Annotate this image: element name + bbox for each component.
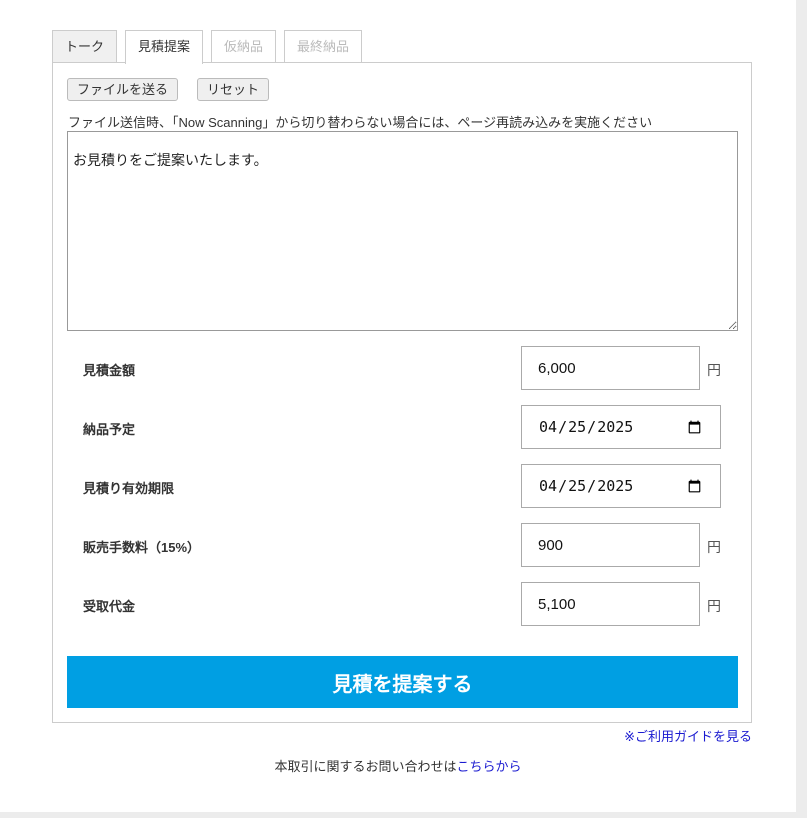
expiry-date-label: 見積り有効期限 [83, 481, 175, 496]
tab-provisional-delivery: 仮納品 [211, 30, 277, 62]
estimate-amount-label: 見積金額 [83, 363, 136, 378]
send-file-button[interactable]: ファイルを送る [67, 78, 179, 101]
estimate-amount-row: 見積金額 円 [83, 346, 723, 390]
delivery-date-input[interactable] [521, 405, 721, 449]
tab-estimate[interactable]: 見積提案 [125, 30, 204, 64]
tab-bar: トーク 見積提案 仮納品 最終納品 [52, 30, 363, 64]
expiry-date-input[interactable] [521, 464, 721, 508]
fee-input[interactable] [521, 523, 700, 567]
page: トーク 見積提案 仮納品 最終納品 ファイルを送る リセット ファイル送信時、「… [0, 0, 796, 812]
submit-estimate-button[interactable]: 見積を提案する [67, 656, 738, 708]
tab-final-delivery: 最終納品 [284, 30, 363, 62]
payout-row: 受取代金 円 [83, 582, 723, 626]
payout-input[interactable] [521, 582, 700, 626]
yen-unit: 円 [707, 598, 721, 614]
contact-link[interactable]: こちらから [457, 759, 522, 774]
contact-label: 本取引に関するお問い合わせは [274, 759, 457, 774]
reset-button[interactable]: リセット [197, 78, 270, 101]
delivery-date-row: 納品予定 [83, 405, 723, 449]
expiry-date-row: 見積り有効期限 [83, 464, 723, 508]
yen-unit: 円 [707, 539, 721, 555]
estimate-amount-input[interactable] [521, 346, 700, 390]
usage-guide-link[interactable]: ※ご利用ガイドを見る [624, 726, 752, 745]
fee-row: 販売手数料（15%） 円 [83, 523, 723, 567]
estimate-panel: ファイルを送る リセット ファイル送信時、「Now Scanning」から切り替… [52, 62, 752, 723]
message-textarea[interactable]: お見積りをご提案いたします。 [67, 131, 738, 331]
tab-talk[interactable]: トーク [52, 30, 118, 63]
delivery-date-label: 納品予定 [83, 422, 136, 437]
upload-note: ファイル送信時、「Now Scanning」から切り替わらない場合には、ページ再… [68, 115, 653, 130]
payout-label: 受取代金 [83, 599, 136, 614]
yen-unit: 円 [707, 362, 721, 378]
fee-label: 販売手数料（15%） [83, 540, 201, 555]
contact-text: 本取引に関するお問い合わせはこちらから [0, 756, 796, 775]
